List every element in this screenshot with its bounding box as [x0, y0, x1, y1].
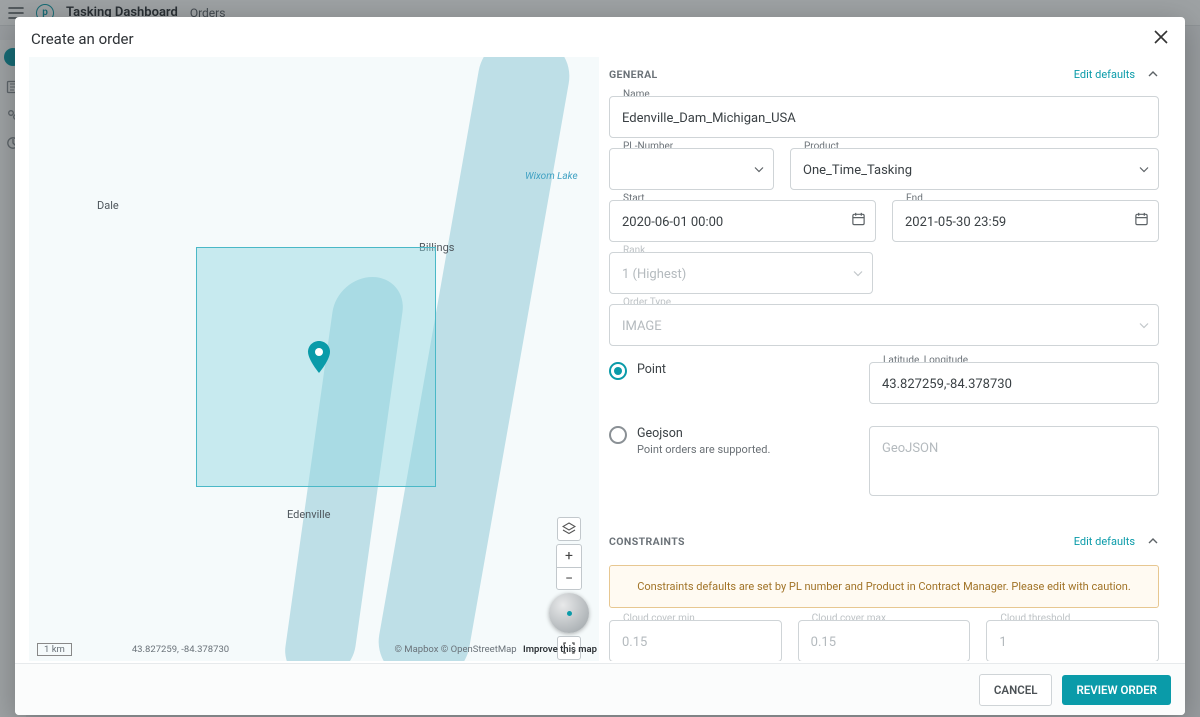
map-label-lake: Wixom Lake	[525, 171, 578, 182]
geojson-label: Geojson	[637, 426, 770, 441]
section-constraints-title: CONSTRAINTS	[609, 535, 685, 548]
map-pane[interactable]: Wixom Lake Dale Billings Edenville + −	[29, 57, 599, 661]
cancel-button[interactable]: CANCEL	[979, 674, 1053, 706]
improve-map-link[interactable]: Improve this map	[523, 644, 597, 655]
name-input[interactable]: Edenville_Dam_Michigan_USA	[609, 96, 1159, 138]
modal-header: Create an order	[15, 17, 1185, 57]
map-footer: 1 km 43.827259, -84.378730 © Mapbox © Op…	[37, 641, 597, 657]
cloudthreshold-input: 1	[986, 620, 1159, 661]
chevron-up-icon[interactable]	[1147, 532, 1159, 551]
product-field[interactable]: Product One_Time_Tasking	[790, 148, 1159, 190]
create-order-modal: Create an order Wixom Lake Dale Billings…	[15, 17, 1185, 715]
calendar-icon[interactable]	[1134, 212, 1149, 231]
point-label: Point	[637, 362, 666, 377]
section-general-header: GENERAL Edit defaults	[609, 57, 1159, 86]
chevron-up-icon[interactable]	[1147, 65, 1159, 84]
section-general-title: GENERAL	[609, 68, 658, 81]
ordertype-field: Order Type IMAGE	[609, 304, 1159, 346]
geojson-field: GeoJSON	[869, 426, 1159, 496]
name-field[interactable]: Name Edenville_Dam_Michigan_USA	[609, 96, 1159, 138]
product-select[interactable]: One_Time_Tasking	[790, 148, 1159, 190]
start-input[interactable]: 2020-06-01 00:00	[609, 200, 876, 242]
cloudcover-min-input: 0.15	[609, 620, 782, 661]
map-label-edenville: Edenville	[287, 508, 330, 521]
point-radio[interactable]	[609, 362, 627, 380]
zoom-group: + −	[556, 544, 582, 590]
end-input[interactable]: 2021-05-30 23:59	[892, 200, 1159, 242]
latlon-input[interactable]: 43.827259,-84.378730	[869, 362, 1159, 404]
section-constraints-header: CONSTRAINTS Edit defaults	[609, 524, 1159, 553]
start-field[interactable]: Start 2020-06-01 00:00	[609, 200, 876, 242]
cloudcover-max-field: Cloud cover max 0.15	[798, 620, 971, 661]
map-label-dale: Dale	[97, 199, 119, 212]
layers-button[interactable]	[557, 517, 581, 541]
cloudthreshold-field: Cloud threshold 1	[986, 620, 1159, 661]
end-field[interactable]: End 2021-05-30 23:59	[892, 200, 1159, 242]
zoom-out-button[interactable]: −	[557, 567, 581, 589]
latlon-field[interactable]: Latitude, Longitude 43.827259,-84.378730	[869, 362, 1159, 404]
edit-defaults-general-link[interactable]: Edit defaults	[1074, 68, 1135, 81]
cloudcover-min-field: Cloud cover min 0.15	[609, 620, 782, 661]
form-pane: GENERAL Edit defaults Name Edenville_Dam…	[609, 57, 1171, 661]
geojson-radio[interactable]	[609, 426, 627, 444]
rank-select: 1 (Highest)	[609, 252, 873, 294]
modal-title: Create an order	[31, 30, 134, 48]
map-attribution: © Mapbox © OpenStreetMap Improve this ma…	[394, 644, 597, 655]
rank-field: Rank 1 (Highest)	[609, 252, 873, 294]
plnumber-select[interactable]	[609, 148, 774, 190]
globe-control[interactable]	[549, 593, 589, 633]
geojson-note: Point orders are supported.	[637, 443, 770, 456]
review-order-button[interactable]: REVIEW ORDER	[1062, 675, 1171, 705]
cloudcover-max-input: 0.15	[798, 620, 971, 661]
plnumber-field[interactable]: PL-Number	[609, 148, 774, 190]
zoom-in-button[interactable]: +	[557, 545, 581, 567]
close-icon[interactable]	[1153, 29, 1169, 49]
edit-defaults-constraints-link[interactable]: Edit defaults	[1074, 535, 1135, 548]
map-scale: 1 km	[37, 643, 72, 656]
map-pin-icon[interactable]	[307, 341, 331, 377]
geojson-textarea: GeoJSON	[869, 426, 1159, 496]
ordertype-select: IMAGE	[609, 304, 1159, 346]
modal-footer: CANCEL REVIEW ORDER	[15, 663, 1185, 715]
map-coords: 43.827259, -84.378730	[132, 644, 229, 655]
constraints-warning: Constraints defaults are set by PL numbe…	[609, 565, 1159, 608]
calendar-icon[interactable]	[851, 212, 866, 231]
